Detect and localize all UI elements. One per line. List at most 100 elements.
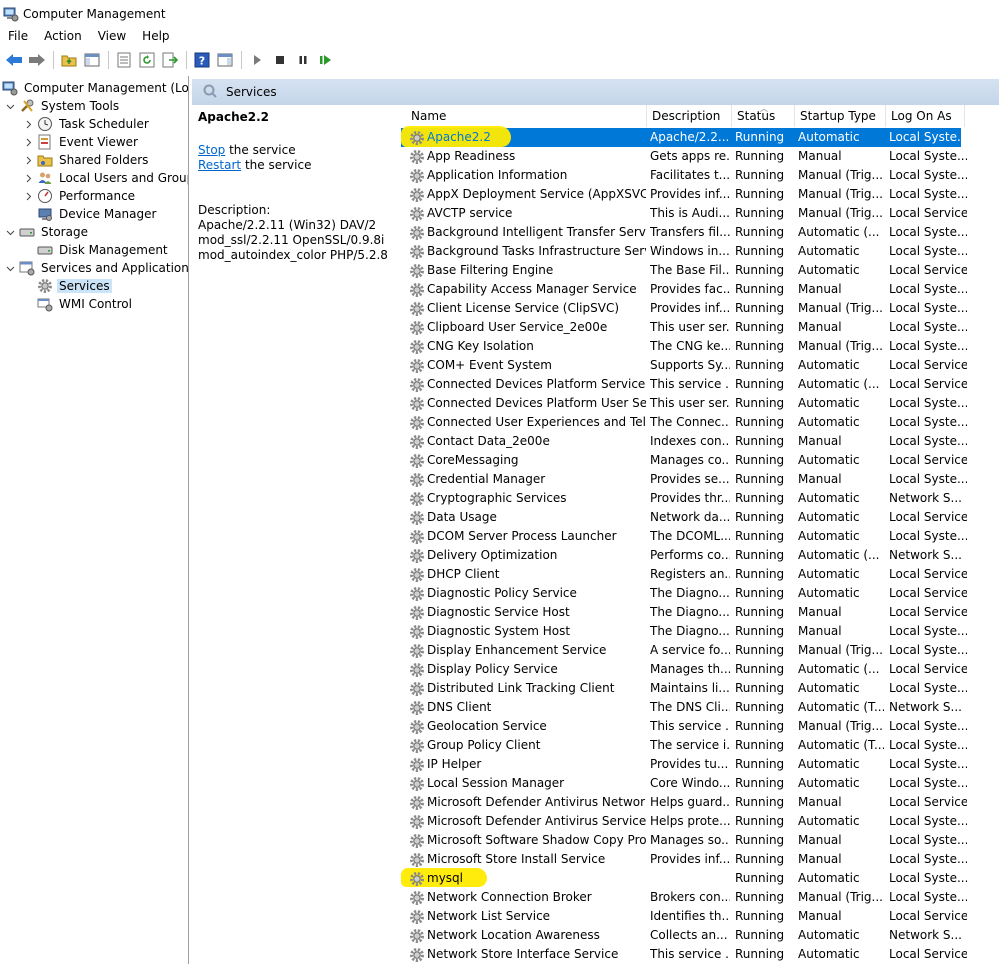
table-row[interactable]: Connected Devices Platform Service This s… bbox=[401, 375, 967, 394]
table-row[interactable]: Network Location Awareness Collects an...… bbox=[401, 926, 962, 945]
up-folder-icon[interactable] bbox=[58, 49, 80, 71]
table-row[interactable]: Display Policy Service Manages th... Runni… bbox=[401, 660, 967, 679]
table-row[interactable]: CoreMessaging Manages co... Running Automat… bbox=[401, 451, 967, 470]
table-row[interactable]: Background Intelligent Transfer Service T… bbox=[401, 223, 967, 242]
tree-item-task-scheduler[interactable]: Task Scheduler bbox=[22, 115, 151, 133]
tree-item-root[interactable]: Computer Management (Local bbox=[2, 79, 188, 97]
table-row[interactable]: Data Usage Network da... Running Automatic L… bbox=[401, 508, 967, 527]
show-hide-tree-icon[interactable] bbox=[81, 49, 103, 71]
table-row[interactable]: Diagnostic Policy Service The Diagno... Ru… bbox=[401, 584, 967, 603]
table-row[interactable]: Credential Manager Provides se... Running M… bbox=[401, 470, 967, 489]
tree-item-performance[interactable]: Performance bbox=[22, 187, 137, 205]
service-description: This service ... bbox=[650, 719, 730, 733]
table-row[interactable]: Local Session Manager Core Windo... Runnin… bbox=[401, 774, 967, 793]
table-row[interactable]: App Readiness Gets apps re... Running Manua… bbox=[401, 147, 967, 166]
table-row[interactable]: Apache2.2 Apache/2.2.... Running Automatic L… bbox=[401, 126, 967, 147]
stop-icon[interactable] bbox=[269, 49, 291, 71]
tree-item-wmi[interactable]: WMI Control bbox=[37, 295, 134, 313]
table-row[interactable]: Microsoft Defender Antivirus Service Help… bbox=[401, 812, 967, 831]
table-row[interactable]: Base Filtering Engine The Base Fil... Runn… bbox=[401, 261, 967, 280]
column-status[interactable]: Status ︿ bbox=[732, 104, 795, 127]
chevron-right-icon[interactable] bbox=[22, 118, 34, 130]
table-row[interactable]: Network Store Interface Service This serv… bbox=[401, 945, 967, 964]
menu-action[interactable]: Action bbox=[36, 27, 90, 47]
service-name: App Readiness bbox=[427, 149, 516, 163]
column-description[interactable]: Description bbox=[647, 105, 732, 127]
tree-item-disk-management[interactable]: Disk Management bbox=[37, 241, 170, 259]
table-row[interactable]: COM+ Event System Supports Sy... Running Au… bbox=[401, 356, 967, 375]
gear-icon bbox=[410, 320, 424, 335]
chevron-down-icon[interactable] bbox=[4, 100, 16, 112]
table-row[interactable]: Contact Data_2e00e Indexes con... Running M… bbox=[401, 432, 967, 451]
table-row[interactable]: Display Enhancement Service A service fo.… bbox=[401, 641, 967, 660]
table-row[interactable]: Connected User Experiences and Tele... Th… bbox=[401, 413, 967, 432]
chevron-down-icon[interactable] bbox=[4, 226, 16, 238]
table-row[interactable]: Connected Devices Platform User Serv... T… bbox=[401, 394, 967, 413]
table-row[interactable]: Microsoft Defender Antivirus Network ...… bbox=[401, 793, 967, 812]
chevron-right-icon[interactable] bbox=[22, 172, 34, 184]
table-row[interactable]: DHCP Client Registers an... Running Automat… bbox=[401, 565, 967, 584]
restart-link[interactable]: Restart bbox=[198, 158, 241, 172]
tree-item-system-tools[interactable]: System Tools bbox=[4, 97, 121, 115]
show-hide-action-icon[interactable] bbox=[214, 49, 236, 71]
menu-file[interactable]: File bbox=[0, 27, 36, 47]
table-row[interactable]: Diagnostic Service Host The Diagno... Runn… bbox=[401, 603, 967, 622]
column-logon[interactable]: Log On As bbox=[886, 105, 965, 127]
help-icon[interactable]: ? bbox=[191, 49, 213, 71]
gear-icon bbox=[410, 738, 424, 753]
pause-icon[interactable] bbox=[292, 49, 314, 71]
table-row[interactable]: Microsoft Store Install Service Provides … bbox=[401, 850, 967, 869]
gear-icon bbox=[410, 168, 424, 183]
wmi-icon bbox=[37, 296, 53, 312]
tree-item-services-apps[interactable]: Services and Applications bbox=[4, 259, 188, 277]
table-row[interactable]: AppX Deployment Service (AppXSVC) Provide… bbox=[401, 185, 967, 204]
table-row[interactable]: Diagnostic System Host The Diagno... Runni… bbox=[401, 622, 967, 641]
tree-item-local-users[interactable]: Local Users and Groups bbox=[22, 169, 188, 187]
chevron-down-icon[interactable] bbox=[4, 262, 16, 274]
tree-item-shared-folders[interactable]: Shared Folders bbox=[22, 151, 150, 169]
table-row[interactable]: Network Connection Broker Brokers con... R… bbox=[401, 888, 967, 907]
menu-help[interactable]: Help bbox=[134, 27, 177, 47]
chevron-right-icon[interactable] bbox=[22, 154, 34, 166]
service-startup-type: Automatic bbox=[798, 871, 860, 885]
table-row[interactable]: Clipboard User Service_2e00e This user se… bbox=[401, 318, 967, 337]
chevron-right-icon[interactable] bbox=[22, 190, 34, 202]
table-row[interactable]: AVCTP service This is Audi... Running Manua… bbox=[401, 204, 967, 223]
stop-link[interactable]: Stop bbox=[198, 143, 225, 157]
service-name: Microsoft Store Install Service bbox=[427, 852, 606, 866]
refresh-icon[interactable] bbox=[136, 49, 158, 71]
tree-item-services[interactable]: Services bbox=[37, 277, 112, 295]
table-row[interactable]: Delivery Optimization Performs co... Runni… bbox=[401, 546, 962, 565]
table-row[interactable]: Application Information Facilitates t... R… bbox=[401, 166, 967, 185]
table-row[interactable]: Group Policy Client The service i... Runni… bbox=[401, 736, 967, 755]
table-row[interactable]: Cryptographic Services Provides thr... Run… bbox=[401, 489, 962, 508]
table-row[interactable]: IP Helper Provides tu... Running Automatic L… bbox=[401, 755, 967, 774]
properties-icon[interactable] bbox=[113, 49, 135, 71]
tree-item-device-manager[interactable]: Device Manager bbox=[37, 205, 158, 223]
table-row[interactable]: Background Tasks Infrastructure Service W… bbox=[401, 242, 967, 261]
table-row[interactable]: DCOM Server Process Launcher The DCOML...… bbox=[401, 527, 967, 546]
back-icon[interactable] bbox=[3, 49, 25, 71]
column-name[interactable]: Name bbox=[406, 105, 647, 127]
table-row[interactable]: Client License Service (ClipSVC) Provides… bbox=[401, 299, 967, 318]
service-name: Display Policy Service bbox=[427, 662, 558, 676]
table-row[interactable]: Network List Service Identifies th... Runn… bbox=[401, 907, 967, 926]
forward-icon[interactable] bbox=[26, 49, 48, 71]
menu-view[interactable]: View bbox=[90, 27, 134, 47]
column-startup[interactable]: Startup Type bbox=[795, 105, 886, 127]
resume-icon[interactable] bbox=[315, 49, 337, 71]
table-row[interactable]: Geolocation Service This service ... Runni… bbox=[401, 717, 967, 736]
table-row[interactable]: Microsoft Software Shadow Copy Prov... Ma… bbox=[401, 831, 967, 850]
table-row[interactable]: CNG Key Isolation The CNG ke... Running Man… bbox=[401, 337, 967, 356]
chevron-right-icon[interactable] bbox=[22, 136, 34, 148]
tree-item-event-viewer[interactable]: Event Viewer bbox=[22, 133, 140, 151]
table-row[interactable]: DNS Client The DNS Cli... Running Automatic… bbox=[401, 698, 962, 717]
table-row[interactable]: Capability Access Manager Service Provide… bbox=[401, 280, 967, 299]
tree-item-storage[interactable]: Storage bbox=[4, 223, 90, 241]
table-row[interactable]: mysql Running Automatic Local Syste... bbox=[401, 868, 967, 888]
play-icon[interactable] bbox=[246, 49, 268, 71]
export-icon[interactable] bbox=[159, 49, 181, 71]
storage-icon bbox=[19, 224, 35, 240]
table-row[interactable]: Distributed Link Tracking Client Maintain… bbox=[401, 679, 967, 698]
computer-management-icon bbox=[2, 80, 18, 96]
